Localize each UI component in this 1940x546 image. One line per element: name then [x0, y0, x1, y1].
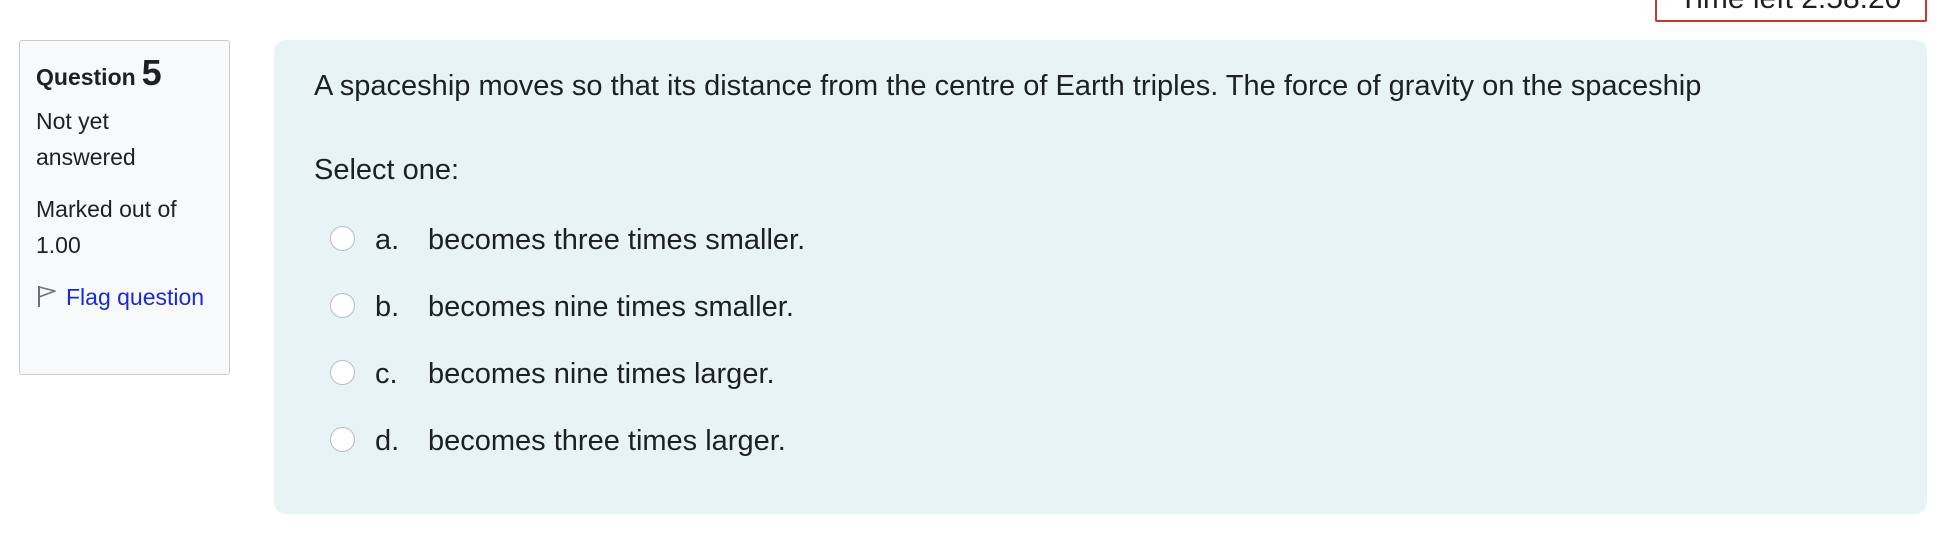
timer-box: Time left 2:58:20: [1655, 0, 1927, 22]
answer-letter: c.: [375, 358, 398, 390]
radio-button-b[interactable]: [330, 293, 355, 318]
radio-button-d[interactable]: [330, 427, 355, 452]
answer-letter: b.: [375, 291, 400, 323]
select-one-prompt: Select one:: [314, 154, 460, 186]
radio-button-a[interactable]: [330, 226, 355, 251]
question-state: Not yet answered: [36, 108, 136, 170]
answer-option-b[interactable]: b. becomes nine times smaller.: [314, 275, 1887, 342]
answer-text[interactable]: becomes nine times smaller.: [428, 291, 794, 324]
answer-text[interactable]: becomes three times smaller.: [428, 224, 805, 257]
question-content-panel: A spaceship moves so that its distance f…: [274, 40, 1927, 514]
flag-icon: [36, 282, 58, 307]
timer-text: Time left 2:58:20: [1679, 0, 1901, 16]
question-number: Question 5: [36, 55, 213, 91]
answer-letter: d.: [375, 425, 400, 457]
answer-option-a[interactable]: a. becomes three times smaller.: [314, 208, 1887, 275]
answer-option-c[interactable]: c. becomes nine times larger.: [314, 342, 1887, 409]
question-text: A spaceship moves so that its distance f…: [314, 70, 1702, 102]
question-grade: Marked out of 1.00: [36, 196, 177, 258]
question-number-value: 5: [141, 52, 162, 93]
answer-letter: a.: [375, 224, 400, 256]
answer-list: a. becomes three times smaller. b. becom…: [314, 208, 1887, 476]
flag-question-link[interactable]: Flag question: [36, 279, 213, 315]
question-label: Question: [36, 64, 136, 90]
answer-option-d[interactable]: d. becomes three times larger.: [314, 409, 1887, 476]
radio-button-c[interactable]: [330, 360, 355, 385]
question-info-panel: Question 5 Not yet answered Marked out o…: [19, 40, 230, 375]
answer-text[interactable]: becomes nine times larger.: [428, 358, 775, 391]
answer-text[interactable]: becomes three times larger.: [428, 425, 786, 458]
flag-question-label: Flag question: [66, 284, 205, 310]
